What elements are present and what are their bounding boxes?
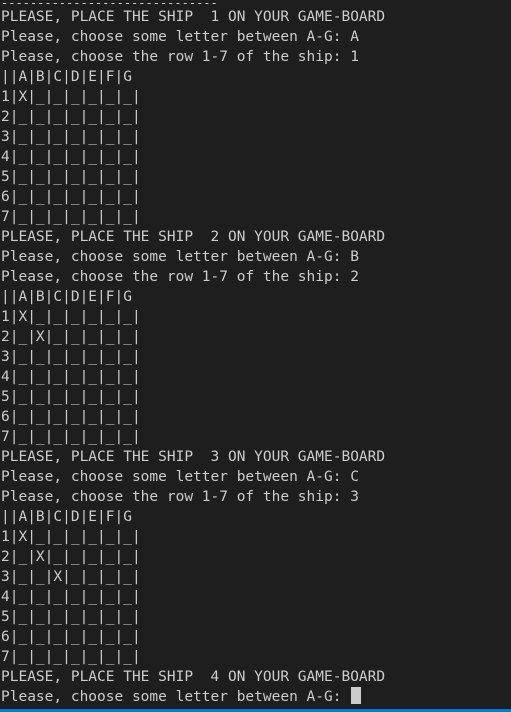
output-line: Please, choose the row 1-7 of the ship: … bbox=[1, 269, 359, 285]
output-line: 4|_|_|_|_|_|_|_| bbox=[1, 369, 141, 385]
input-prompt-line[interactable]: Please, choose some letter between A-G: bbox=[1, 687, 511, 707]
output-line: 1|X|_|_|_|_|_|_| bbox=[1, 529, 141, 545]
terminal-output: ------------------------------ PLEASE, P… bbox=[0, 0, 511, 712]
output-lines: PLEASE, PLACE THE SHIP 1 ON YOUR GAME-BO… bbox=[1, 7, 511, 687]
output-line: Please, choose the row 1-7 of the ship: … bbox=[1, 49, 359, 65]
output-line: 5|_|_|_|_|_|_|_| bbox=[1, 609, 141, 625]
output-line: Please, choose the row 1-7 of the ship: … bbox=[1, 489, 359, 505]
output-line: 7|_|_|_|_|_|_|_| bbox=[1, 209, 141, 225]
output-line: Please, choose some letter between A-G: … bbox=[1, 29, 359, 45]
output-line: 3|_|_|X|_|_|_|_| bbox=[1, 569, 141, 585]
output-line: ||A|B|C|D|E|F|G bbox=[1, 289, 132, 305]
output-line: 1|X|_|_|_|_|_|_| bbox=[1, 309, 141, 325]
output-line: 2|_|X|_|_|_|_|_| bbox=[1, 329, 141, 345]
separator-line: ------------------------------ bbox=[1, 0, 218, 7]
text-cursor bbox=[351, 687, 362, 704]
output-line: 7|_|_|_|_|_|_|_| bbox=[1, 649, 141, 665]
prompt-text: Please, choose some letter between A-G: bbox=[1, 689, 351, 705]
output-line: Please, choose some letter between A-G: … bbox=[1, 469, 359, 485]
output-line: PLEASE, PLACE THE SHIP 1 ON YOUR GAME-BO… bbox=[1, 9, 386, 25]
output-line: 3|_|_|_|_|_|_|_| bbox=[1, 349, 141, 365]
output-line: PLEASE, PLACE THE SHIP 4 ON YOUR GAME-BO… bbox=[1, 669, 386, 685]
output-line: 5|_|_|_|_|_|_|_| bbox=[1, 169, 141, 185]
output-line: Please, choose some letter between A-G: … bbox=[1, 249, 359, 265]
output-line: 4|_|_|_|_|_|_|_| bbox=[1, 589, 141, 605]
output-line: 5|_|_|_|_|_|_|_| bbox=[1, 389, 141, 405]
output-line: 2|_|X|_|_|_|_|_| bbox=[1, 549, 141, 565]
output-line: 6|_|_|_|_|_|_|_| bbox=[1, 189, 141, 205]
output-line: 3|_|_|_|_|_|_|_| bbox=[1, 129, 141, 145]
output-line: 1|X|_|_|_|_|_|_| bbox=[1, 89, 141, 105]
output-line: PLEASE, PLACE THE SHIP 3 ON YOUR GAME-BO… bbox=[1, 449, 386, 465]
output-line: 6|_|_|_|_|_|_|_| bbox=[1, 629, 141, 645]
output-line: 6|_|_|_|_|_|_|_| bbox=[1, 409, 141, 425]
output-line: 4|_|_|_|_|_|_|_| bbox=[1, 149, 141, 165]
output-line: 2|_|_|_|_|_|_|_| bbox=[1, 109, 141, 125]
output-line: ||A|B|C|D|E|F|G bbox=[1, 509, 132, 525]
output-line: PLEASE, PLACE THE SHIP 2 ON YOUR GAME-BO… bbox=[1, 229, 386, 245]
output-line: ||A|B|C|D|E|F|G bbox=[1, 69, 132, 85]
output-line: 7|_|_|_|_|_|_|_| bbox=[1, 429, 141, 445]
